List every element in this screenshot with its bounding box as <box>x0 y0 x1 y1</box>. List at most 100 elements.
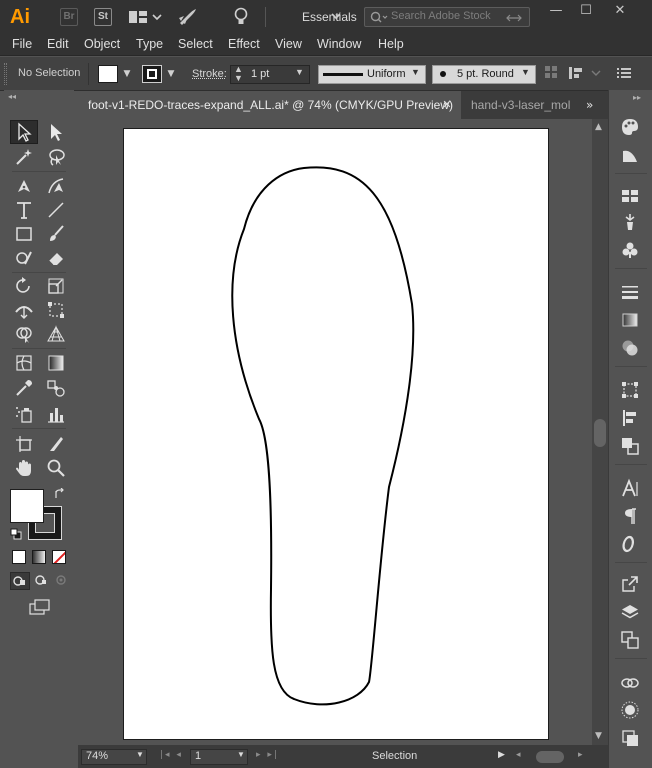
chevron-down-icon[interactable] <box>330 10 342 22</box>
zoom-level-field[interactable]: 74% ▼ <box>81 749 147 765</box>
width-tool-icon[interactable] <box>10 298 38 322</box>
brush-definition-dropdown[interactable]: 5 pt. Round ▼ <box>432 65 536 84</box>
align-panel-icon[interactable] <box>617 406 643 430</box>
transform-panel-icon[interactable] <box>617 378 643 402</box>
chevron-down-icon[interactable]: ▼ <box>295 67 304 77</box>
tab-hand-document[interactable]: hand-v3-laser_mol <box>461 91 579 119</box>
gradient-tool-icon[interactable] <box>42 351 70 375</box>
stroke-panel-icon[interactable] <box>617 280 643 304</box>
pathfinder-panel-icon[interactable] <box>617 434 643 458</box>
chevron-down-icon[interactable]: ▼ <box>237 750 245 759</box>
direct-selection-tool-icon[interactable] <box>42 120 70 144</box>
scroll-right-icon[interactable]: ▸ <box>578 750 583 760</box>
scroll-up-icon[interactable]: ▲ <box>595 122 602 132</box>
none-mode-button[interactable] <box>52 550 66 564</box>
pen-tool-icon[interactable] <box>10 174 38 198</box>
opentype-panel-icon[interactable] <box>617 532 643 556</box>
status-menu-icon[interactable]: ▶ <box>498 750 505 760</box>
artboard-tool-icon[interactable] <box>10 432 38 456</box>
stock-search-input[interactable]: Search Adobe Stock <box>364 7 530 27</box>
bridge-button[interactable]: Br <box>60 8 78 26</box>
mesh-tool-icon[interactable] <box>10 351 38 375</box>
perspective-grid-tool-icon[interactable] <box>42 322 70 346</box>
gpu-performance-button[interactable] <box>175 6 199 28</box>
menu-file[interactable]: File <box>12 37 32 51</box>
swap-fill-stroke-icon[interactable] <box>54 487 66 500</box>
artboard-next-nav[interactable]: ▸ ▸| <box>256 750 304 764</box>
vertical-scroll-thumb[interactable] <box>594 419 606 447</box>
rectangle-tool-icon[interactable] <box>10 222 38 246</box>
symbols-panel-icon[interactable] <box>617 238 643 262</box>
maximize-button[interactable]: ☐ <box>572 2 600 20</box>
menu-type[interactable]: Type <box>136 37 163 51</box>
panel-menu-icon[interactable] <box>616 66 632 80</box>
minimize-button[interactable]: — <box>542 2 570 20</box>
character-panel-icon[interactable] <box>617 476 643 500</box>
menu-help[interactable]: Help <box>378 37 404 51</box>
chevron-down-icon[interactable]: ▼ <box>164 65 178 83</box>
screen-mode-icon[interactable] <box>28 598 52 618</box>
chevron-down-icon[interactable]: ▼ <box>120 65 134 83</box>
align-icon[interactable] <box>568 65 588 81</box>
close-button[interactable]: ✕ <box>606 2 634 20</box>
stroke-swatch[interactable] <box>142 65 162 83</box>
draw-inside-icon[interactable] <box>52 572 72 590</box>
transparency-panel-icon[interactable] <box>617 336 643 360</box>
arrange-documents-button[interactable] <box>128 9 162 25</box>
menu-edit[interactable]: Edit <box>47 37 69 51</box>
tab-foot-document[interactable]: foot-v1-REDO-traces-expand_ALL.ai* @ 74%… <box>78 91 461 119</box>
grip-handle[interactable] <box>4 63 7 85</box>
brushes-panel-icon[interactable] <box>617 210 643 234</box>
color-guide-icon[interactable] <box>617 143 643 167</box>
vertical-scrollbar[interactable]: ▲ ▼ <box>592 119 608 745</box>
symbol-sprayer-tool-icon[interactable] <box>10 402 38 426</box>
color-panel-icon[interactable] <box>617 115 643 139</box>
fill-color-box[interactable] <box>10 489 44 523</box>
gradient-panel-icon[interactable] <box>617 308 643 332</box>
stroke-label[interactable]: Stroke: <box>192 68 227 80</box>
eyedropper-tool-icon[interactable] <box>10 376 38 400</box>
collapse-panel-icon[interactable]: ◂◂ <box>8 93 70 101</box>
magic-wand-tool-icon[interactable] <box>10 145 38 169</box>
close-tab-icon[interactable]: ✕ <box>440 98 454 112</box>
horizontal-scroll-thumb[interactable] <box>536 751 564 763</box>
column-graph-tool-icon[interactable] <box>42 402 70 426</box>
variable-width-profile-dropdown[interactable]: Uniform ▼ <box>318 65 426 84</box>
selection-tool-icon[interactable] <box>10 120 38 144</box>
menu-effect[interactable]: Effect <box>228 37 260 51</box>
menu-select[interactable]: Select <box>178 37 213 51</box>
stroke-weight-field[interactable]: ▲ ▼ 1 pt ▼ <box>230 65 310 84</box>
blend-tool-icon[interactable] <box>42 376 70 400</box>
shaper-tool-icon[interactable] <box>10 246 38 270</box>
tab-overflow-icon[interactable]: » <box>586 97 604 113</box>
swatches-panel-icon[interactable] <box>617 184 643 208</box>
stepper-down-icon[interactable]: ▼ <box>234 74 243 83</box>
color-mode-button[interactable] <box>12 550 26 564</box>
menu-view[interactable]: View <box>275 37 302 51</box>
draw-behind-icon[interactable] <box>32 572 52 590</box>
gradient-mode-button[interactable] <box>32 550 46 564</box>
artboards-panel-icon[interactable] <box>617 628 643 652</box>
line-tool-icon[interactable] <box>42 198 70 222</box>
type-tool-icon[interactable] <box>10 198 38 222</box>
lasso-tool-icon[interactable] <box>42 145 70 169</box>
curvature-tool-icon[interactable] <box>42 174 70 198</box>
paragraph-panel-icon[interactable] <box>617 504 643 528</box>
graphic-styles-panel-icon[interactable] <box>617 726 643 750</box>
foot-outline-path[interactable] <box>124 129 550 741</box>
eraser-tool-icon[interactable] <box>42 246 70 270</box>
scroll-down-icon[interactable]: ▼ <box>595 731 602 741</box>
export-asset-panel-icon[interactable] <box>617 572 643 596</box>
scroll-left-icon[interactable]: ◂ <box>516 750 521 760</box>
libraries-panel-icon[interactable] <box>617 670 643 694</box>
menu-object[interactable]: Object <box>84 37 120 51</box>
shape-builder-tool-icon[interactable] <box>10 322 38 346</box>
zoom-tool-icon[interactable] <box>42 456 70 480</box>
appearance-panel-icon[interactable] <box>617 698 643 722</box>
fill-swatch[interactable] <box>98 65 118 83</box>
expand-panels-icon[interactable]: ▸▸ <box>633 93 641 102</box>
stock-button[interactable]: St <box>94 8 112 26</box>
learn-button[interactable] <box>232 6 250 28</box>
chevron-down-icon[interactable]: ▼ <box>136 750 144 759</box>
chevron-down-icon[interactable] <box>590 67 602 79</box>
